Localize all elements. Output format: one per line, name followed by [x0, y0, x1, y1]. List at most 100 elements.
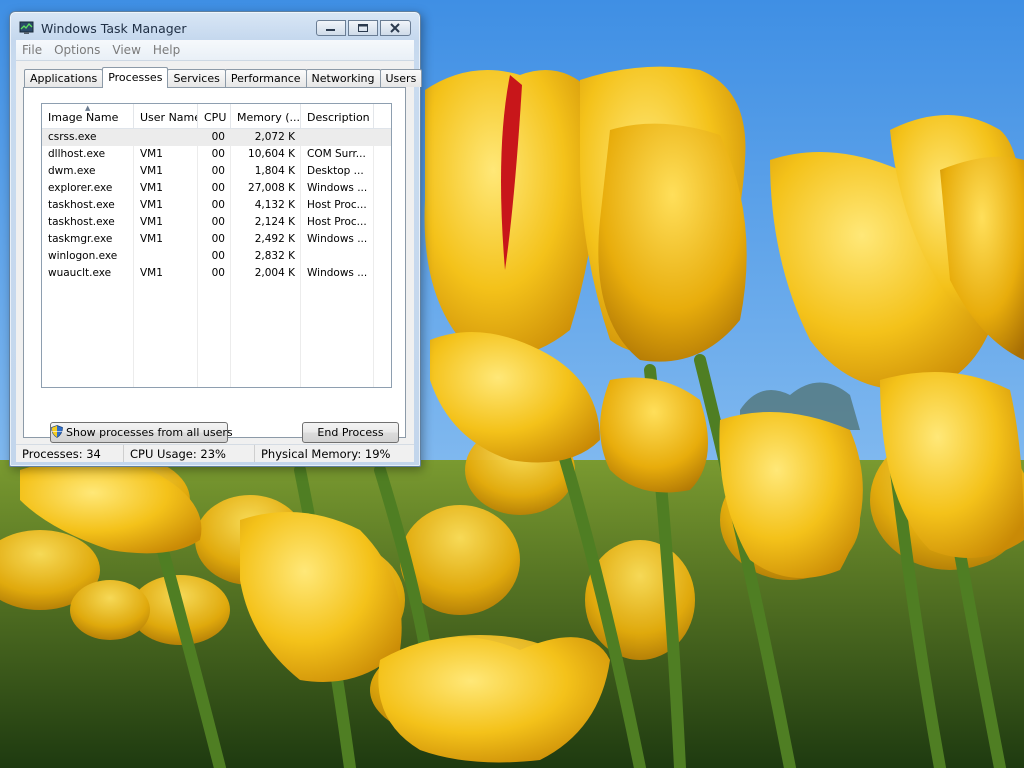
- status-bar: Processes: 34 CPU Usage: 23% Physical Me…: [16, 444, 414, 462]
- process-image-name: taskhost.exe: [48, 216, 115, 228]
- process-cpu: 00: [211, 267, 225, 279]
- process-image-name: winlogon.exe: [48, 250, 118, 262]
- maximize-button[interactable]: [348, 20, 378, 36]
- close-button[interactable]: [380, 20, 411, 36]
- column-label: Description: [307, 111, 370, 124]
- column-label: User Name: [140, 111, 198, 124]
- end-process-label: End Process: [317, 426, 384, 439]
- process-user-name: VM1: [140, 267, 163, 279]
- tab-networking[interactable]: Networking: [305, 69, 381, 87]
- tab-processes[interactable]: Processes: [102, 67, 169, 88]
- process-description: [301, 129, 374, 146]
- process-user-name: VM1: [140, 216, 163, 228]
- process-memory: 2,004 K: [254, 267, 295, 279]
- tab-applications[interactable]: Applications: [24, 69, 104, 87]
- column-memory[interactable]: Memory (...: [231, 104, 301, 128]
- status-processes: Processes: 34: [16, 445, 124, 462]
- process-cpu: 00: [211, 216, 225, 228]
- process-image-name: csrss.exe: [48, 131, 97, 143]
- status-cpu-usage: CPU Usage: 23%: [124, 445, 255, 462]
- tab-performance[interactable]: Performance: [224, 69, 307, 87]
- process-cpu: 00: [211, 131, 225, 143]
- show-all-processes-button[interactable]: Show processes from all users: [50, 422, 233, 443]
- process-description: [301, 248, 374, 265]
- minimize-icon: [326, 29, 335, 31]
- process-user-name: VM1: [140, 182, 163, 194]
- process-description: Windows ...: [307, 233, 368, 245]
- process-row[interactable]: dllhost.exe VM1 00 10,604 K COM Surr...: [42, 146, 391, 163]
- process-row[interactable]: winlogon.exe 00 2,832 K: [42, 248, 391, 265]
- process-user-name: VM1: [140, 199, 163, 211]
- status-physical-memory: Physical Memory: 19%: [261, 447, 391, 461]
- minimize-button[interactable]: [316, 20, 346, 36]
- process-cpu: 00: [211, 199, 225, 211]
- task-manager-icon: [19, 21, 34, 34]
- process-row[interactable]: taskmgr.exe VM1 00 2,492 K Windows ...: [42, 231, 391, 248]
- process-row[interactable]: csrss.exe 00 2,072 K: [42, 129, 391, 146]
- process-memory: 27,008 K: [248, 182, 295, 194]
- end-process-button[interactable]: End Process: [302, 422, 399, 443]
- process-user-name: VM1: [140, 148, 163, 160]
- process-row[interactable]: taskhost.exe VM1 00 4,132 K Host Proc...: [42, 197, 391, 214]
- column-cpu[interactable]: CPU: [198, 104, 231, 128]
- process-image-name: dwm.exe: [48, 165, 96, 177]
- show-all-processes-label: Show processes from all users: [66, 426, 233, 439]
- process-memory: 2,832 K: [254, 250, 295, 262]
- process-list[interactable]: ▲ Image Name User Name CPU Memory (... D…: [41, 103, 392, 388]
- column-label: Memory (...: [237, 111, 301, 124]
- menu-options[interactable]: Options: [48, 43, 106, 57]
- process-cpu: 00: [211, 182, 225, 194]
- window-title: Windows Task Manager: [41, 21, 187, 36]
- client-area: Applications Processes Services Performa…: [16, 61, 423, 444]
- tab-users[interactable]: Users: [379, 69, 423, 87]
- process-description: Host Proc...: [307, 216, 367, 228]
- process-memory: 2,124 K: [254, 216, 295, 228]
- title-bar[interactable]: Windows Task Manager: [10, 12, 420, 42]
- column-label: Image Name: [48, 111, 119, 124]
- process-memory: 10,604 K: [248, 148, 295, 160]
- process-image-name: taskmgr.exe: [48, 233, 113, 245]
- process-description: Desktop ...: [307, 165, 364, 177]
- tab-strip: Applications Processes Services Performa…: [24, 67, 423, 88]
- process-cpu: 00: [211, 250, 225, 262]
- process-row[interactable]: wuauclt.exe VM1 00 2,004 K Windows ...: [42, 265, 391, 282]
- process-image-name: explorer.exe: [48, 182, 113, 194]
- menu-file[interactable]: File: [16, 43, 48, 57]
- task-manager-window: Windows Task Manager File Options View H…: [9, 11, 423, 467]
- processes-panel: ▲ Image Name User Name CPU Memory (... D…: [23, 87, 406, 443]
- column-description[interactable]: Description: [301, 104, 374, 128]
- process-list-header: ▲ Image Name User Name CPU Memory (... D…: [42, 104, 391, 129]
- process-row[interactable]: dwm.exe VM1 00 1,804 K Desktop ...: [42, 163, 391, 180]
- uac-shield-icon: [51, 425, 63, 438]
- process-description: Windows ...: [307, 267, 368, 279]
- process-image-name: dllhost.exe: [48, 148, 106, 160]
- process-row[interactable]: explorer.exe VM1 00 27,008 K Windows ...: [42, 180, 391, 197]
- menu-bar: File Options View Help: [16, 40, 414, 61]
- close-icon: [390, 23, 400, 33]
- menu-help[interactable]: Help: [147, 43, 186, 57]
- process-user-name: [134, 129, 198, 146]
- process-memory: 4,132 K: [254, 199, 295, 211]
- process-memory: 2,072 K: [254, 131, 295, 143]
- process-cpu: 00: [211, 148, 225, 160]
- process-row[interactable]: taskhost.exe VM1 00 2,124 K Host Proc...: [42, 214, 391, 231]
- column-label: CPU: [204, 111, 227, 124]
- menu-view[interactable]: View: [106, 43, 146, 57]
- process-description: Host Proc...: [307, 199, 367, 211]
- process-cpu: 00: [211, 165, 225, 177]
- column-user-name[interactable]: User Name: [134, 104, 198, 128]
- process-memory: 2,492 K: [254, 233, 295, 245]
- sort-ascending-icon: ▲: [85, 104, 91, 112]
- process-cpu: 00: [211, 233, 225, 245]
- column-image-name[interactable]: ▲ Image Name: [42, 104, 134, 128]
- process-description: COM Surr...: [307, 148, 366, 160]
- tab-services[interactable]: Services: [167, 69, 226, 87]
- process-list-body: csrss.exe 00 2,072 K dllhost.exe VM1 00 10,604…: [42, 129, 391, 387]
- process-user-name: VM1: [140, 233, 163, 245]
- maximize-icon: [358, 24, 368, 32]
- process-user-name: VM1: [140, 165, 163, 177]
- process-image-name: wuauclt.exe: [48, 267, 112, 279]
- process-image-name: taskhost.exe: [48, 199, 115, 211]
- process-user-name: [134, 248, 198, 265]
- process-description: Windows ...: [307, 182, 368, 194]
